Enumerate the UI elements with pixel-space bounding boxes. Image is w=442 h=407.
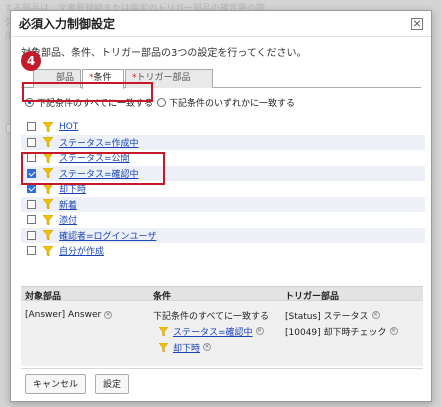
condition-link[interactable]: HOT — [59, 122, 78, 132]
filter-icon — [43, 245, 53, 256]
close-icon[interactable] — [411, 17, 423, 30]
summary-condition-link[interactable]: 却下時 — [173, 341, 200, 354]
remove-icon[interactable] — [203, 343, 212, 351]
summary-trigger-label: [Status] ステータス — [285, 311, 369, 322]
condition-list: HOT ステータス=作成中 ステータス=公開 ステータス=確認中 却下時 新着 — [21, 119, 425, 259]
condition-link[interactable]: 自分が作成 — [59, 244, 104, 257]
list-item: 確認者=ログインユーザ — [21, 227, 425, 243]
condition-checkbox[interactable] — [27, 168, 36, 178]
remove-icon[interactable] — [255, 327, 264, 335]
summary-condition-column: 下記条件のすべてに一致する ステータス=確認中 却下時 — [149, 307, 281, 355]
filter-icon — [43, 137, 53, 148]
match-mode-group: 下記条件のすべてに一致する 下記条件のいずれかに一致する — [25, 96, 299, 109]
list-item: ステータス=公開 — [21, 150, 425, 166]
list-item: 添付 — [21, 212, 425, 228]
list-item: 自分が作成 — [21, 243, 425, 259]
condition-checkbox[interactable] — [27, 184, 36, 194]
match-all-label: 下記条件のすべてに一致する — [37, 99, 154, 109]
filter-icon — [159, 342, 168, 352]
condition-link[interactable]: ステータス=作成中 — [59, 136, 139, 149]
tab-parts[interactable]: 部品 — [33, 69, 81, 88]
summary-header-trigger: トリガー部品 — [285, 292, 340, 302]
match-all-option[interactable]: 下記条件のすべてに一致する — [25, 96, 153, 109]
filter-icon — [43, 168, 53, 179]
tab-parts-label: 部品 — [55, 73, 74, 83]
tab-conditions-label: 条件 — [93, 73, 112, 83]
summary-target-column: [Answer] Answer — [21, 307, 149, 355]
condition-checkbox[interactable] — [27, 153, 36, 163]
dialog-footer: キャンセル 設定 — [21, 368, 423, 398]
cancel-button[interactable]: キャンセル — [25, 373, 87, 394]
match-all-radio[interactable] — [25, 98, 34, 107]
summary-trigger-item: [Status] ステータス — [285, 307, 421, 323]
summary-target-label: [Answer] Answer — [25, 310, 102, 320]
step-badge: 4 — [21, 51, 41, 71]
match-any-radio[interactable] — [157, 98, 167, 107]
required-input-control-dialog: 必須入力制御設定 対象部品、条件、トリガー部品の3つの設定を行ってください。 部… — [10, 10, 432, 402]
summary-condition-mode: 下記条件のすべてに一致する — [153, 311, 270, 322]
list-item: ステータス=確認中 — [21, 165, 425, 181]
summary-header-condition: 条件 — [153, 292, 172, 302]
match-any-option[interactable]: 下記条件のいずれかに一致する — [157, 96, 295, 109]
filter-icon — [43, 199, 53, 210]
remove-icon[interactable] — [104, 311, 113, 319]
tab-conditions[interactable]: *条件 — [82, 69, 124, 89]
summary-body: [Answer] Answer 下記条件のすべてに一致する ステータス=確認中 … — [21, 301, 423, 355]
condition-checkbox[interactable] — [27, 137, 36, 147]
condition-link[interactable]: ステータス=確認中 — [59, 167, 139, 180]
condition-checkbox[interactable] — [27, 246, 36, 256]
summary-trigger-item: [10049] 却下時チェック — [285, 323, 421, 339]
list-item: 却下時 — [21, 181, 425, 197]
condition-checkbox[interactable] — [27, 122, 36, 132]
summary-trigger-column: [Status] ステータス [10049] 却下時チェック — [281, 307, 421, 355]
condition-link[interactable]: ステータス=公開 — [59, 151, 130, 164]
remove-icon[interactable] — [389, 327, 398, 335]
list-item: ステータス=作成中 — [21, 134, 425, 150]
filter-icon — [43, 214, 53, 225]
summary-condition-link[interactable]: ステータス=確認中 — [173, 325, 253, 338]
summary-target-item: [Answer] Answer — [25, 307, 149, 323]
tab-trigger-parts[interactable]: *トリガー部品 — [125, 69, 213, 88]
summary-condition-item: 却下時 — [153, 339, 281, 355]
condition-checkbox[interactable] — [27, 215, 36, 225]
remove-icon[interactable] — [371, 311, 380, 319]
dialog-titlebar: 必須入力制御設定 — [11, 11, 431, 37]
dialog-description: 対象部品、条件、トリガー部品の3つの設定を行ってください。 — [21, 48, 307, 59]
summary-condition-item: ステータス=確認中 — [153, 323, 281, 339]
filter-icon — [43, 121, 53, 132]
condition-checkbox[interactable] — [27, 199, 36, 209]
settings-summary: 対象部品 条件 トリガー部品 [Answer] Answer 下記条件のすべてに… — [21, 286, 423, 366]
filter-icon — [43, 152, 53, 163]
dialog-title: 必須入力制御設定 — [19, 17, 116, 31]
condition-link[interactable]: 確認者=ログインユーザ — [59, 229, 156, 242]
condition-link[interactable]: 新着 — [59, 198, 77, 211]
summary-header-target: 対象部品 — [25, 292, 62, 302]
match-any-label: 下記条件のいずれかに一致する — [169, 99, 296, 109]
list-item: 新着 — [21, 196, 425, 212]
condition-link[interactable]: 添付 — [59, 213, 77, 226]
filter-icon — [43, 183, 53, 194]
summary-trigger-label: [10049] 却下時チェック — [285, 327, 387, 338]
tab-bar: 部品 *条件 *トリガー部品 — [21, 66, 421, 89]
list-item: HOT — [21, 119, 425, 135]
summary-header: 対象部品 条件 トリガー部品 — [21, 287, 423, 302]
filter-icon — [43, 230, 53, 241]
confirm-button[interactable]: 設定 — [95, 373, 130, 394]
condition-link[interactable]: 却下時 — [59, 182, 86, 195]
tab-trigger-parts-label: トリガー部品 — [136, 73, 191, 83]
filter-icon — [159, 326, 168, 336]
condition-checkbox[interactable] — [27, 230, 36, 240]
